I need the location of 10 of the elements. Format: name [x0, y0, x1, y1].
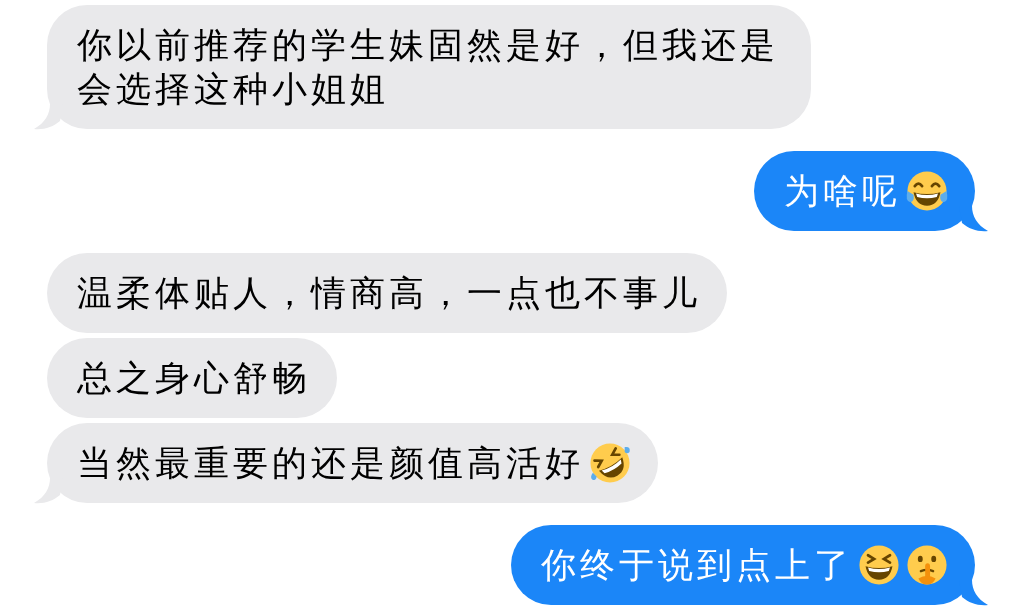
squinting-grin-icon: [857, 543, 901, 587]
message-text: 为啥呢: [784, 171, 901, 211]
rolling-laughing-icon: [588, 441, 632, 485]
message-text: 温柔体贴人，情商高，一点也不事儿: [77, 273, 701, 313]
tears-of-joy-icon: [905, 169, 949, 213]
message-text: 总之身心舒畅: [77, 358, 311, 398]
message-text: 当然最重要的还是颜值高活好: [77, 443, 584, 483]
message-text: 你终于说到点上了: [541, 545, 853, 585]
shushing-face-icon: [905, 543, 949, 587]
message-text: 你以前推荐的学生妹固然是好，但我还是会选择这种小姐姐: [77, 25, 779, 109]
